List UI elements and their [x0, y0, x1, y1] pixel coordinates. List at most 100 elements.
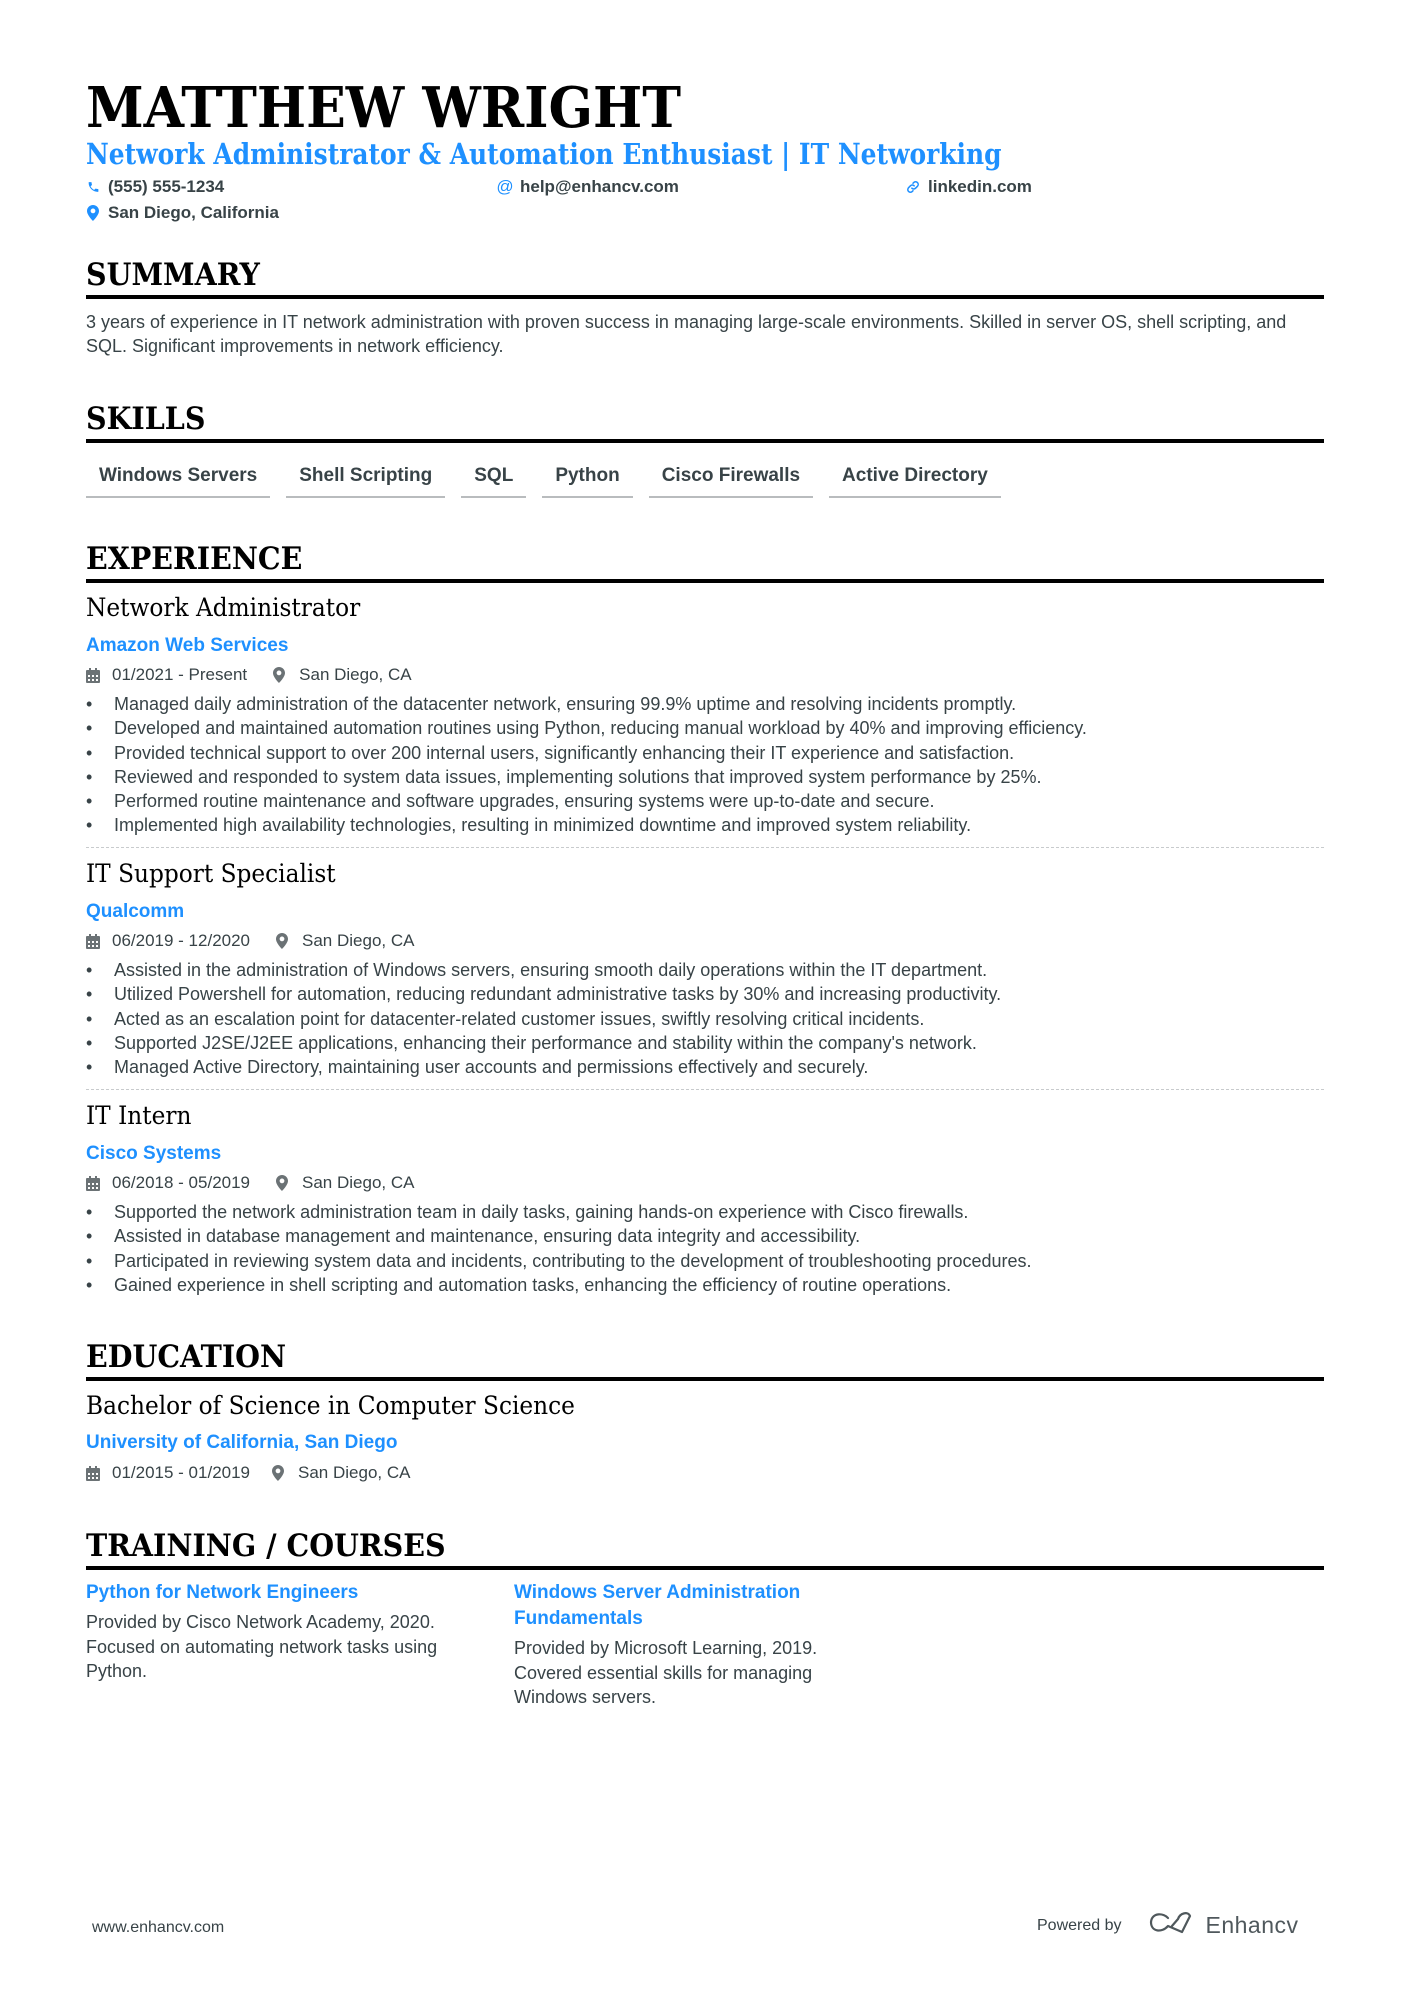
location-pin-icon [273, 667, 289, 683]
email-link[interactable]: help@enhancv.com [520, 176, 679, 198]
job-bullets: Managed daily administration of the data… [86, 692, 1324, 838]
contact-location: San Diego, California [86, 202, 279, 224]
section-rule [86, 1566, 1324, 1570]
job-location: San Diego, CA [276, 1172, 414, 1194]
section-rule [86, 1377, 1324, 1381]
skills-heading: SKILLS [86, 401, 206, 437]
linkedin-link[interactable]: linkedin.com [928, 176, 1032, 198]
job-title: Network Administrator [86, 593, 361, 622]
section-rule [86, 439, 1324, 443]
job-dates: 01/2021 - Present [112, 665, 248, 684]
bullet-item: Provided technical support to over 200 i… [86, 741, 1324, 766]
location-pin-icon [272, 1465, 288, 1481]
company-name: Cisco Systems [86, 1143, 222, 1164]
course-description: Provided by Cisco Network Academy, 2020.… [86, 1612, 438, 1681]
phone-icon [86, 180, 100, 194]
at-icon: @ [496, 177, 514, 196]
degree-title: Bachelor of Science in Computer Science [86, 1391, 575, 1420]
company-name: Amazon Web Services [86, 635, 289, 656]
school-name: University of California, San Diego [86, 1432, 398, 1453]
training-heading: TRAINING / COURSES [86, 1528, 446, 1564]
experience-section-header: EXPERIENCE [86, 541, 1324, 583]
course-item: Windows Server Administration Fundamenta… [514, 1580, 874, 1710]
bullet-item: Acted as an escalation point for datacen… [86, 1007, 1324, 1032]
candidate-name: MATTHEW WRIGHT [86, 75, 681, 141]
job-location: San Diego, CA [276, 930, 414, 952]
bullet-item: Utilized Powershell for automation, redu… [86, 982, 1324, 1007]
footer-branding: Powered by Enhancv [1037, 1910, 1299, 1941]
job-location-text: San Diego, CA [299, 665, 412, 684]
summary-section-header: SUMMARY [86, 257, 1324, 299]
enhancv-brand-name: Enhancv [1205, 1912, 1299, 1938]
powered-by-label: Powered by [1037, 1916, 1122, 1934]
phone-text: (555) 555-1234 [108, 177, 225, 196]
section-rule [86, 295, 1324, 299]
job-location-text: San Diego, CA [302, 931, 415, 950]
bullet-item: Implemented high availability technologi… [86, 813, 1324, 838]
calendar-icon [86, 1175, 102, 1191]
bullet-item: Managed Active Directory, maintaining us… [86, 1055, 1324, 1080]
section-rule [86, 579, 1324, 583]
job-meta: 06/2018 - 05/2019 San Diego, CA [86, 1172, 414, 1194]
calendar-icon [86, 933, 102, 949]
location-text: San Diego, California [108, 203, 279, 222]
enhancv-logo[interactable]: Enhancv [1148, 1910, 1299, 1941]
skill-chip: Active Directory [829, 464, 1001, 498]
contact-phone: (555) 555-1234 [86, 176, 224, 198]
job-location-text: San Diego, CA [302, 1173, 415, 1192]
job-dates: 06/2019 - 12/2020 [112, 931, 251, 950]
enhancv-logo-icon [1148, 1910, 1194, 1941]
link-icon [906, 180, 920, 194]
job-bullets: Supported the network administration tea… [86, 1200, 1324, 1297]
job-dates: 06/2018 - 05/2019 [112, 1173, 251, 1192]
bullet-item: Participated in reviewing system data an… [86, 1249, 1324, 1274]
course-title: Python for Network Engineers [86, 1582, 359, 1603]
job-bullets: Assisted in the administration of Window… [86, 958, 1324, 1080]
candidate-title: Network Administrator & Automation Enthu… [86, 137, 1002, 171]
course-item: Python for Network Engineers Provided by… [86, 1580, 466, 1684]
job-divider [86, 1089, 1324, 1090]
bullet-item: Supported the network administration tea… [86, 1200, 1324, 1225]
location-pin-icon [276, 933, 292, 949]
course-description: Provided by Microsoft Learning, 2019. Co… [514, 1638, 818, 1707]
education-location-text: San Diego, CA [298, 1463, 411, 1482]
summary-text: 3 years of experience in IT network admi… [86, 312, 1287, 356]
footer-website[interactable]: www.enhancv.com [92, 1919, 224, 1937]
bullet-item: Reviewed and responded to system data is… [86, 765, 1324, 790]
skills-list: Windows Servers Shell Scripting SQL Pyth… [86, 464, 1001, 498]
job-divider [86, 847, 1324, 848]
skill-chip: Cisco Firewalls [648, 464, 814, 498]
skill-chip: Python [542, 464, 633, 498]
contact-linkedin[interactable]: linkedin.com [906, 176, 1032, 198]
skill-chip: Shell Scripting [286, 464, 446, 498]
training-section-header: TRAINING / COURSES [86, 1528, 1324, 1570]
bullet-item: Developed and maintained automation rout… [86, 716, 1324, 741]
bullet-item: Performed routine maintenance and softwa… [86, 789, 1324, 814]
bullet-item: Assisted in the administration of Window… [86, 958, 1324, 983]
skill-chip: SQL [461, 464, 527, 498]
skill-chip: Windows Servers [86, 464, 271, 498]
bullet-item: Managed daily administration of the data… [86, 692, 1324, 717]
job-title: IT Support Specialist [86, 859, 336, 888]
location-pin-icon [276, 1175, 292, 1191]
education-section-header: EDUCATION [86, 1339, 1324, 1381]
bullet-item: Supported J2SE/J2EE applications, enhanc… [86, 1031, 1324, 1056]
education-location: San Diego, CA [272, 1462, 410, 1484]
job-meta: 01/2021 - Present San Diego, CA [86, 664, 412, 686]
calendar-icon [86, 667, 102, 683]
job-title: IT Intern [86, 1101, 192, 1130]
summary-heading: SUMMARY [86, 257, 260, 293]
bullet-item: Assisted in database management and main… [86, 1224, 1324, 1249]
education-dates: 01/2015 - 01/2019 [112, 1463, 251, 1482]
experience-heading: EXPERIENCE [86, 541, 303, 577]
education-heading: EDUCATION [86, 1339, 287, 1375]
bullet-item: Gained experience in shell scripting and… [86, 1273, 1324, 1298]
skills-section-header: SKILLS [86, 401, 1324, 443]
contact-email[interactable]: @ help@enhancv.com [496, 176, 679, 198]
job-location: San Diego, CA [273, 664, 412, 686]
company-name: Qualcomm [86, 901, 185, 922]
course-title: Windows Server Administration Fundamenta… [514, 1582, 801, 1629]
job-meta: 06/2019 - 12/2020 San Diego, CA [86, 930, 414, 952]
education-meta: 01/2015 - 01/2019 San Diego, CA [86, 1462, 410, 1484]
calendar-icon [86, 1465, 102, 1481]
